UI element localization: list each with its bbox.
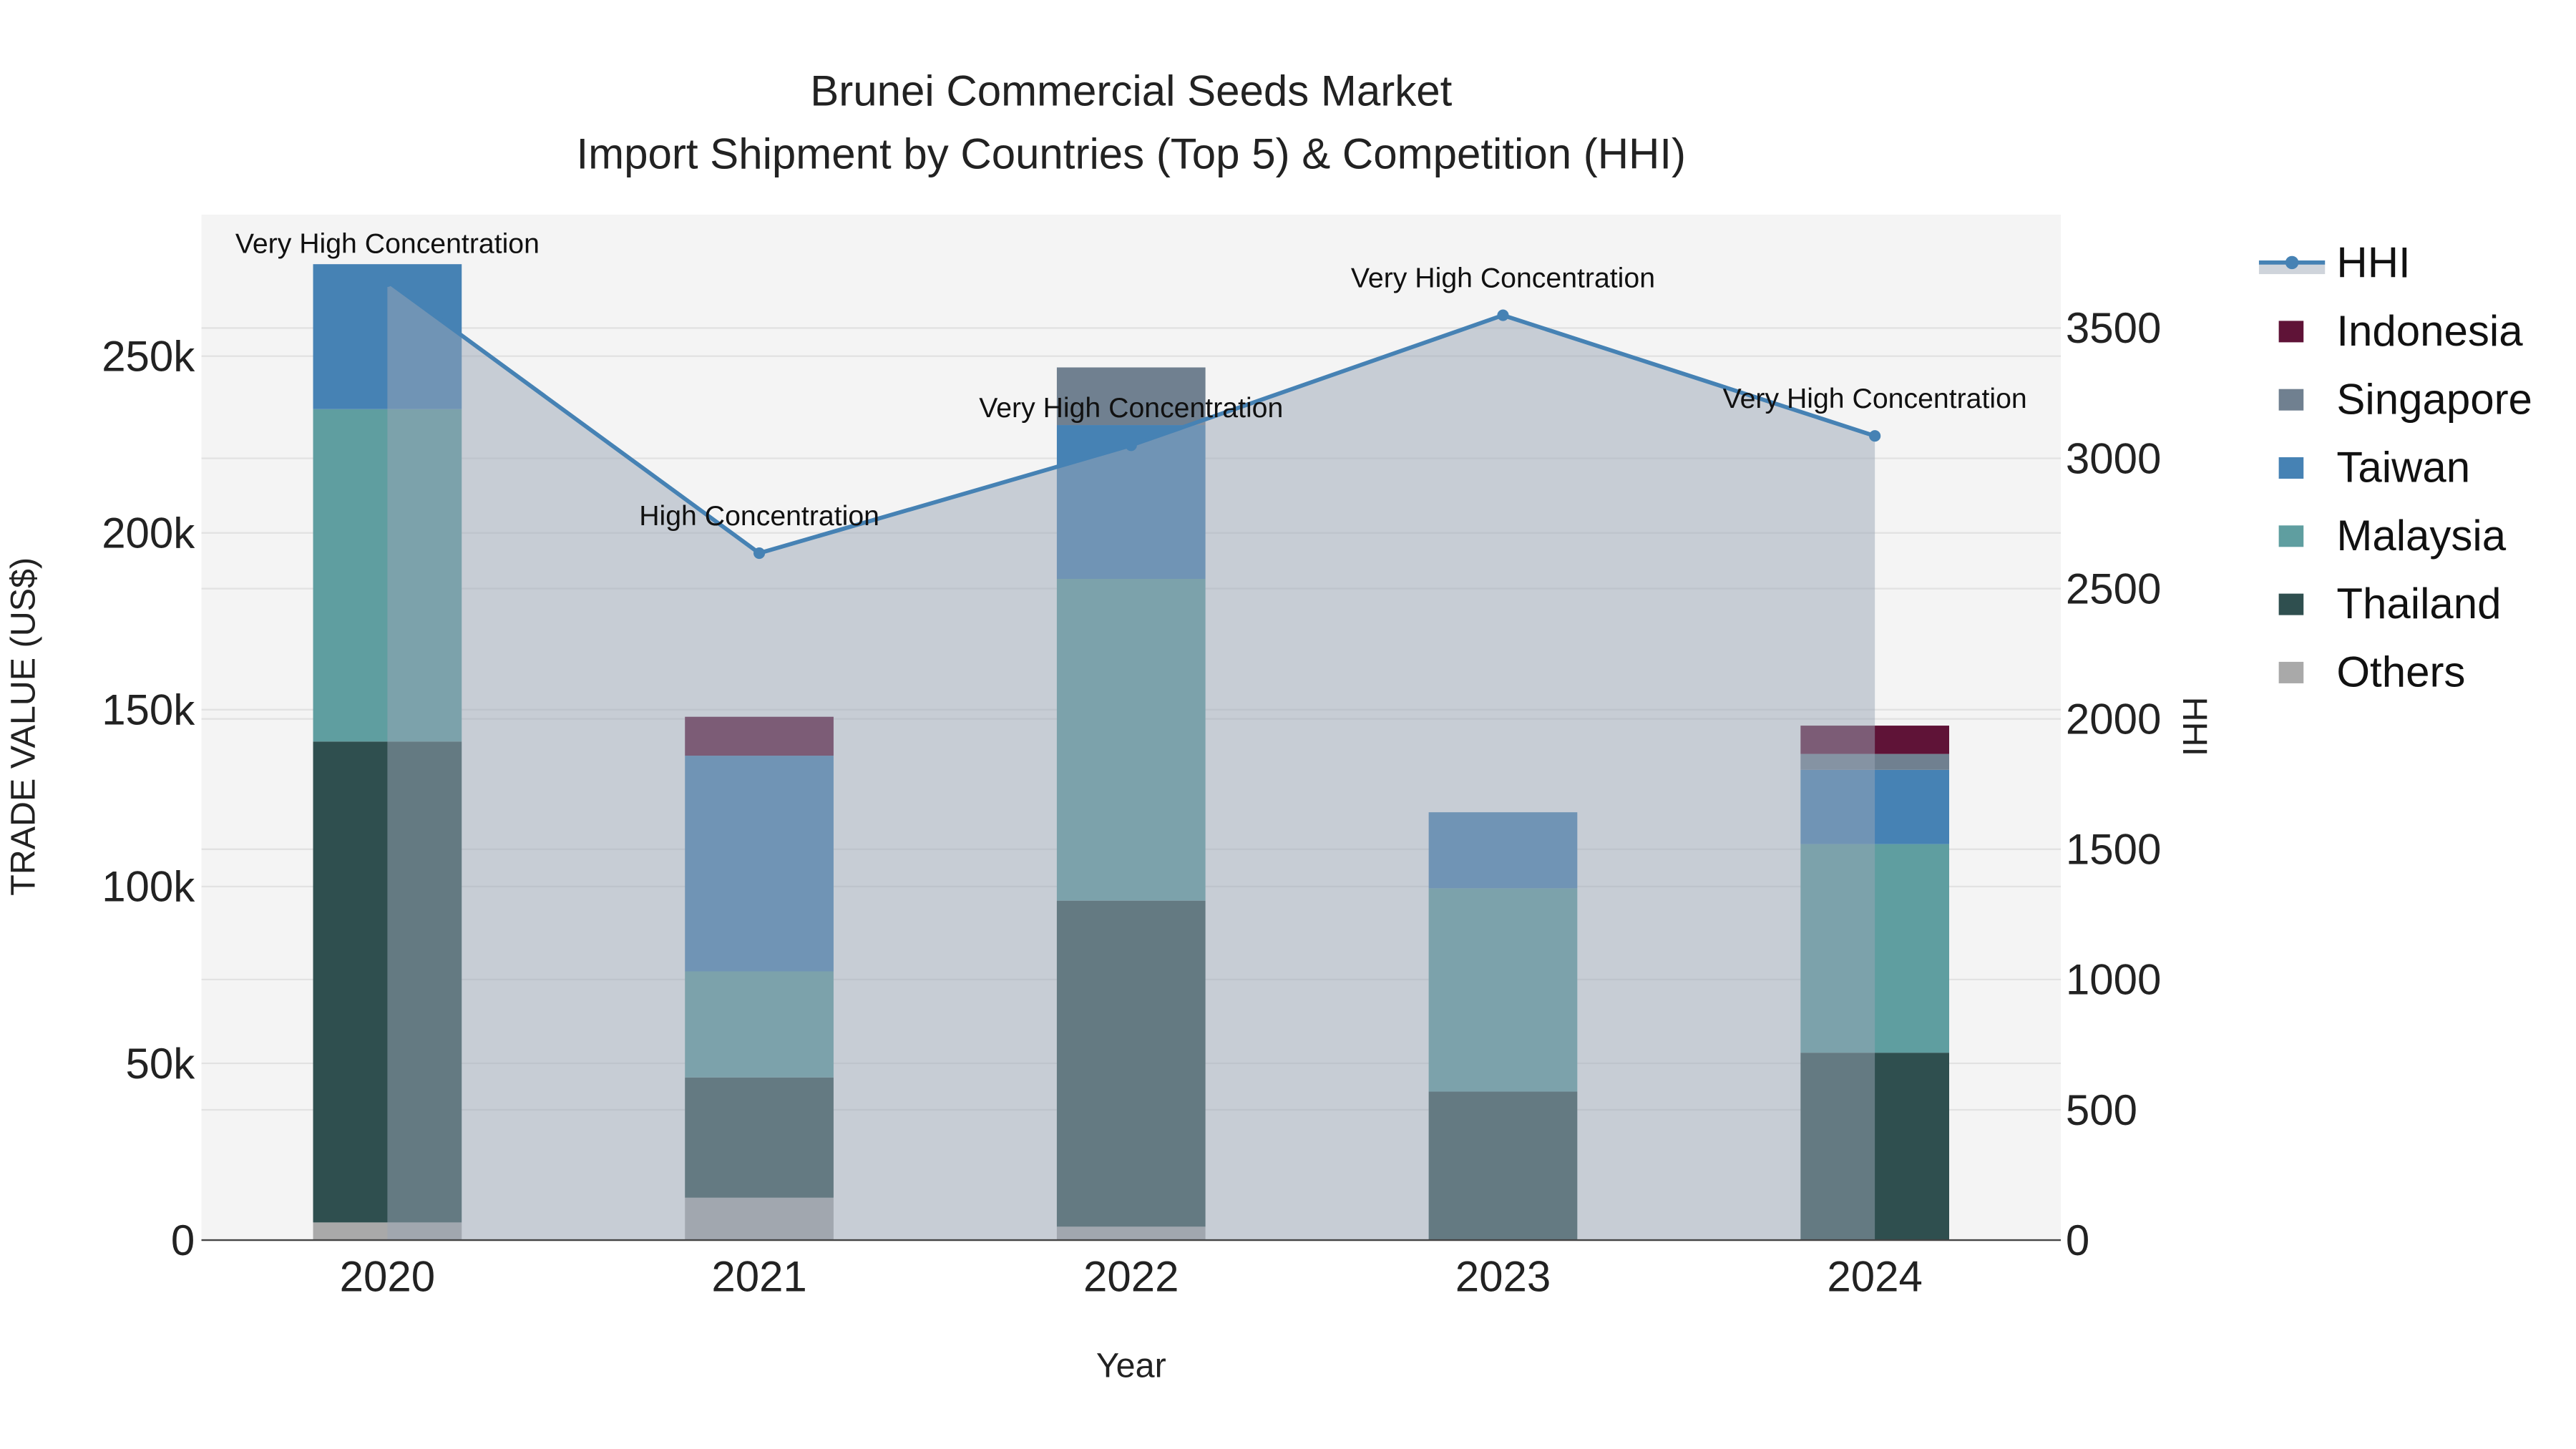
legend: HHI Indonesia Singapore Taiwan Malaysia Thail…: [2258, 239, 2532, 696]
y2-tick-label: 2500: [2066, 565, 2161, 613]
legend-label-indonesia: Indonesia: [2336, 307, 2523, 355]
legend-swatch-indonesia: [2278, 321, 2304, 343]
x-tick-label: 2020: [340, 1253, 435, 1301]
legend-label-thailand: Thailand: [2336, 580, 2501, 628]
x-tick-label: 2022: [1083, 1253, 1179, 1301]
hhi-point: [1869, 430, 1881, 442]
hhi-point: [1497, 309, 1509, 321]
hhi-annotation: Very High Concentration: [979, 392, 1283, 424]
legend-hhi-marker: [2285, 255, 2299, 270]
y-tick-label: 250k: [102, 332, 195, 380]
y2-tick-label: 2000: [2066, 695, 2161, 743]
legend-swatch-singapore: [2278, 389, 2304, 411]
y-tick-label: 150k: [102, 686, 195, 734]
y-tick-label: 100k: [102, 863, 195, 911]
x-axis-title: Year: [1096, 1347, 1166, 1385]
legend-swatch-taiwan: [2278, 457, 2304, 479]
y-axis-title: TRADE VALUE (US$): [4, 557, 42, 896]
legend-label-taiwan: Taiwan: [2336, 444, 2470, 492]
y2-tick-label: 1500: [2066, 826, 2161, 874]
hhi-annotation: Very High Concentration: [1351, 262, 1655, 293]
legend-label-others: Others: [2336, 648, 2465, 696]
y2-tick-label: 1000: [2066, 956, 2161, 1004]
y-tick-label: 0: [171, 1216, 195, 1264]
y2-tick-label: 500: [2066, 1086, 2137, 1134]
legend-label-malaysia: Malaysia: [2336, 512, 2506, 560]
chart: Very High Concentration High Concentratio…: [4, 67, 2532, 1385]
hhi-annotation: Very High Concentration: [235, 228, 540, 260]
legend-label-hhi: HHI: [2336, 239, 2410, 287]
hhi-annotation: High Concentration: [639, 500, 879, 532]
x-tick-label: 2023: [1455, 1253, 1551, 1301]
hhi-point: [1125, 439, 1137, 452]
legend-label-singapore: Singapore: [2336, 375, 2532, 423]
legend-swatch-malaysia: [2278, 525, 2304, 547]
x-tick-label: 2024: [1827, 1253, 1922, 1301]
hhi-annotation: Very High Concentration: [1723, 383, 2027, 414]
y-tick-label: 200k: [102, 509, 195, 557]
y2-tick-label: 0: [2066, 1216, 2089, 1264]
y2-tick-label: 3500: [2066, 304, 2161, 352]
y2-tick-label: 3000: [2066, 434, 2161, 482]
chart-title: Brunei Commercial Seeds Market: [810, 67, 1452, 115]
legend-swatch-others: [2278, 661, 2304, 683]
x-tick-label: 2021: [711, 1253, 806, 1301]
hhi-point: [381, 275, 394, 287]
chart-subtitle: Import Shipment by Countries (Top 5) & C…: [576, 130, 1686, 177]
y2-axis-title: HHI: [2175, 697, 2214, 756]
hhi-point: [753, 547, 766, 560]
legend-swatch-thailand: [2278, 593, 2304, 615]
y-tick-label: 50k: [126, 1040, 196, 1088]
